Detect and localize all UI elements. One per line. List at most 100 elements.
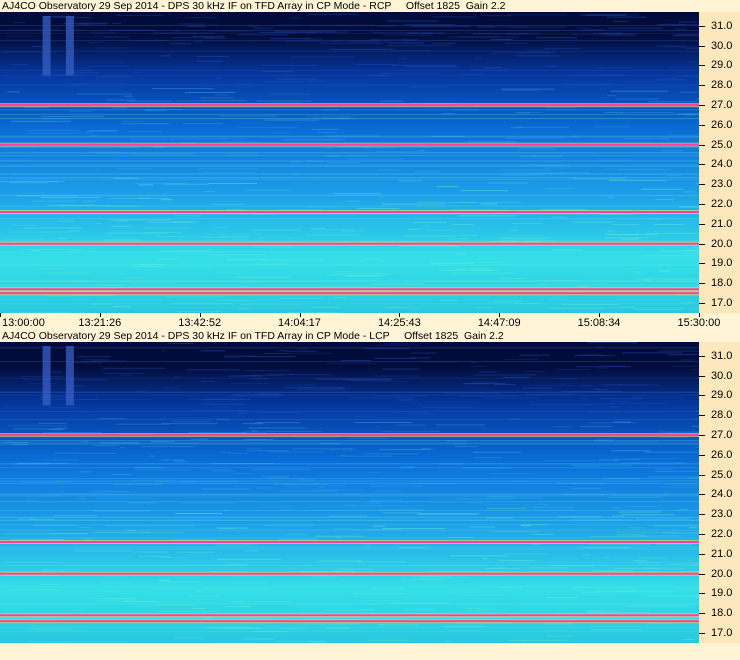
noise-streak	[175, 513, 223, 515]
noise-streak	[305, 504, 358, 506]
noise-streak	[595, 389, 608, 391]
noise-streak	[202, 100, 247, 102]
noise-streak	[20, 376, 63, 378]
y-tick-label: 17.0	[711, 627, 733, 640]
noise-streak	[306, 234, 360, 236]
noise-streak	[73, 550, 134, 552]
noise-streak	[662, 150, 683, 152]
carrier-line	[0, 114, 699, 116]
noise-streak	[28, 132, 92, 134]
noise-streak	[60, 485, 65, 487]
noise-streak	[382, 368, 420, 370]
noise-streak	[470, 365, 487, 367]
noise-streak	[107, 232, 168, 234]
noise-streak	[112, 22, 122, 24]
burst-column	[42, 15, 51, 76]
carrier-line	[0, 626, 699, 628]
noise-streak	[257, 393, 279, 395]
burst-column	[65, 15, 74, 76]
noise-streak	[243, 374, 284, 376]
noise-streak	[95, 76, 133, 78]
bright-band	[0, 541, 699, 544]
noise-streak	[382, 34, 433, 36]
noise-streak	[457, 268, 492, 270]
noise-streak	[122, 123, 171, 125]
noise-streak	[9, 28, 60, 30]
noise-streak	[341, 359, 371, 361]
noise-streak	[475, 456, 501, 458]
noise-streak	[127, 100, 172, 102]
y-tick-mark	[699, 375, 705, 377]
noise-streak	[77, 453, 116, 455]
noise-streak	[171, 220, 193, 222]
noise-streak	[470, 362, 477, 364]
noise-streak	[333, 272, 394, 274]
noise-streak	[155, 235, 211, 237]
x-tick-label: 13:00:00	[2, 317, 45, 329]
noise-streak	[50, 533, 88, 535]
noise-streak	[212, 470, 234, 472]
y-tick-label: 21.0	[711, 217, 733, 230]
noise-streak	[290, 161, 303, 163]
noise-streak	[480, 203, 498, 205]
noise-streak	[234, 601, 292, 603]
noise-streak	[246, 450, 289, 452]
noise-streak	[658, 431, 699, 433]
noise-streak	[609, 90, 668, 92]
noise-streak	[257, 503, 281, 505]
noise-streak	[200, 468, 231, 470]
noise-streak	[611, 223, 640, 225]
noise-streak	[319, 560, 363, 562]
carrier-line	[0, 40, 699, 42]
noise-streak	[48, 407, 77, 409]
noise-streak	[691, 425, 699, 427]
noise-streak	[31, 200, 77, 202]
noise-streak	[333, 193, 381, 195]
noise-streak	[458, 215, 519, 217]
noise-streak	[590, 629, 643, 631]
noise-streak	[574, 81, 607, 83]
noise-streak	[488, 182, 529, 184]
carrier-line	[0, 264, 699, 266]
x-tick-label: 15:08:34	[577, 317, 621, 329]
noise-streak	[624, 138, 670, 140]
y-tick-mark	[699, 593, 705, 595]
noise-streak	[606, 95, 616, 97]
noise-streak	[580, 425, 613, 427]
noise-streak	[449, 555, 509, 557]
noise-streak	[669, 66, 699, 68]
noise-streak	[260, 506, 294, 508]
carrier-line	[0, 501, 699, 503]
noise-streak	[557, 368, 591, 370]
noise-streak	[439, 300, 457, 302]
carrier-line	[0, 603, 699, 605]
carrier-line	[0, 467, 699, 469]
noise-streak	[510, 127, 522, 129]
noise-streak	[164, 387, 178, 389]
carrier-line	[0, 493, 699, 495]
noise-streak	[589, 611, 651, 613]
noise-streak	[412, 221, 447, 223]
noise-streak	[367, 639, 409, 641]
noise-streak	[97, 284, 124, 286]
noise-streak	[373, 525, 385, 527]
noise-streak	[382, 528, 446, 530]
y-tick-label: 20.0	[711, 567, 733, 580]
carrier-line	[0, 537, 699, 539]
noise-streak	[664, 278, 699, 280]
noise-streak	[98, 418, 126, 420]
y-tick-mark	[699, 184, 705, 186]
noise-streak	[184, 17, 217, 19]
noise-streak	[88, 203, 94, 205]
noise-streak	[463, 261, 503, 263]
noise-streak	[317, 131, 337, 133]
y-tick-mark	[699, 415, 705, 417]
noise-streak	[483, 503, 531, 505]
noise-streak	[580, 384, 593, 386]
noise-streak	[149, 455, 155, 457]
carrier-line	[0, 281, 699, 283]
noise-streak	[420, 577, 469, 579]
noise-streak	[27, 628, 72, 630]
noise-streak	[219, 527, 234, 529]
noise-streak	[684, 253, 699, 255]
